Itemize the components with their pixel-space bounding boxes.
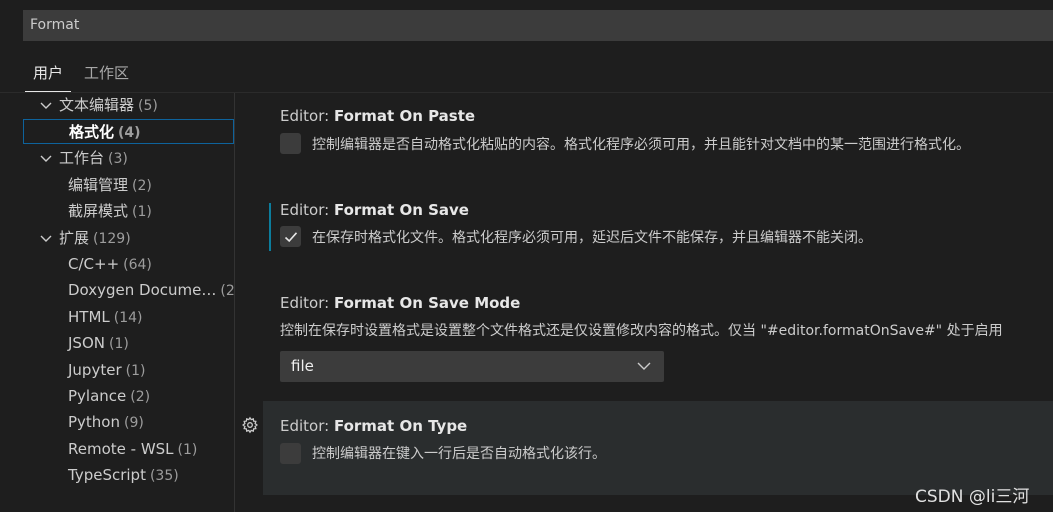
toc-item-jupyter[interactable]: Jupyter (1) (0, 358, 234, 383)
toc-item-json[interactable]: JSON (1) (0, 331, 234, 356)
setting-title: Editor: Format On Type (280, 417, 467, 435)
toc-item-python[interactable]: Python (9) (0, 410, 234, 435)
settings-search-box[interactable] (23, 10, 1053, 41)
setting-description: 控制在保存时设置格式是设置整个文件格式还是仅设置修改内容的格式。仅当 "#edi… (280, 323, 1003, 339)
toc-item-label: HTML (68, 308, 110, 326)
check-icon (284, 232, 298, 243)
format-on-paste-checkbox[interactable] (280, 133, 301, 154)
chevron-down-icon (637, 362, 651, 370)
watermark: CSDN @li三河 (915, 487, 1030, 507)
settings-search-input[interactable] (30, 11, 1030, 40)
chevron-down-icon (40, 155, 52, 162)
setting-format-on-save: Editor: Format On Save 在保存时格式化文件。格式化程序必须… (263, 201, 1053, 261)
chevron-down-icon (40, 102, 52, 109)
toc-item-count: (2) (132, 178, 152, 194)
setting-category: Editor: (280, 294, 334, 312)
toc-item-count: (9) (124, 415, 144, 431)
toc-item-label: 截屏模式 (68, 202, 129, 220)
toc-item-screencast-mode[interactable]: 截屏模式 (1) (0, 199, 234, 224)
setting-name: Format On Type (333, 417, 468, 435)
format-on-save-checkbox[interactable] (280, 226, 301, 247)
toc-item-label: 扩展 (59, 229, 90, 247)
toc-item-label: Python (68, 413, 120, 431)
toc-item-label: 编辑管理 (68, 176, 129, 194)
toc-item-html[interactable]: HTML (14) (0, 305, 234, 330)
toc-item-count: (4) (118, 125, 141, 141)
toc-item-count: (2) (220, 283, 234, 299)
toc-item-editor-management[interactable]: 编辑管理 (2) (0, 173, 234, 198)
toc-item-label: Pylance (68, 387, 127, 405)
toc-item-count: (14) (113, 310, 143, 326)
toc-item-label: Jupyter (68, 361, 122, 379)
setting-description: 控制编辑器是否自动格式化粘贴的内容。格式化程序必须可用，并且能针对文档中的某一范… (312, 137, 970, 153)
toc-item-typescript[interactable]: TypeScript (35) (0, 463, 234, 488)
settings-list: Editor: Format On Paste 控制编辑器是否自动格式化粘贴的内… (235, 93, 1053, 512)
toc-item-count: (1) (125, 363, 146, 379)
toc-item-label: 工作台 (59, 149, 105, 167)
chevron-down-icon (40, 235, 52, 242)
setting-name: Format On Save (333, 201, 469, 219)
setting-category: Editor: (280, 417, 334, 435)
setting-format-on-paste: Editor: Format On Paste 控制编辑器是否自动格式化粘贴的内… (263, 107, 1053, 167)
toc-item-count: (64) (123, 257, 152, 273)
toc-item-count: (129) (93, 231, 131, 247)
toc-item-pylance[interactable]: Pylance (2) (0, 384, 234, 409)
setting-format-on-type: Editor: Format On Type 控制编辑器在键入一行后是否自动格式… (263, 417, 1053, 477)
toc-item-count: (35) (149, 468, 179, 484)
toc-item-label: JSON (68, 334, 105, 352)
settings-scope-tabs: 用户 工作区 (0, 50, 1053, 92)
toc-item-workbench[interactable]: 工作台 (3) (0, 146, 234, 171)
toc-item-count: (1) (132, 204, 152, 220)
setting-category: Editor: (280, 107, 334, 125)
toc-item-label: TypeScript (68, 466, 146, 484)
toc-item-label: 文本编辑器 (59, 96, 135, 114)
toc-item-extensions[interactable]: 扩展 (129) (0, 226, 234, 251)
setting-name: Format On Paste (333, 107, 476, 125)
toc-item-label: Remote - WSL (68, 440, 174, 458)
setting-title: Editor: Format On Save (280, 201, 469, 219)
select-value: file (291, 357, 314, 375)
setting-description: 控制编辑器在键入一行后是否自动格式化该行。 (312, 446, 606, 462)
toc-item-text-editor[interactable]: 文本编辑器 (5) (0, 93, 234, 118)
toc-item-doxygen[interactable]: Doxygen Docume…(2) (0, 278, 234, 303)
toc-item-count: (1) (177, 442, 198, 458)
setting-title: Editor: Format On Paste (280, 107, 475, 125)
toc-item-label: 格式化 (69, 123, 115, 141)
format-on-type-checkbox[interactable] (280, 443, 301, 464)
toc-item-count: (2) (130, 389, 151, 405)
setting-description: 在保存时格式化文件。格式化程序必须可用，延迟后文件不能保存，并且编辑器不能关闭。 (312, 230, 872, 246)
setting-name: Format On Save Mode (333, 294, 521, 312)
format-on-save-mode-select[interactable]: file (280, 351, 664, 382)
toc-item-remote-wsl[interactable]: Remote - WSL (1) (0, 437, 234, 462)
settings-toc: 文本编辑器 (5) 格式化 (4) 工作台 (3) 编辑管理 (2) 截屏模式 (1) 扩… (0, 93, 235, 512)
tab-workspace[interactable]: 工作区 (84, 62, 129, 86)
tab-user[interactable]: 用户 (24, 62, 72, 92)
toc-item-count: (3) (108, 151, 128, 167)
toc-item-cpp[interactable]: C/C++ (64) (0, 252, 234, 277)
toc-item-label: C/C++ (68, 255, 120, 273)
setting-title: Editor: Format On Save Mode (280, 294, 520, 312)
toc-item-count: (1) (108, 336, 129, 352)
toc-item-count: (5) (138, 98, 158, 114)
setting-category: Editor: (280, 201, 334, 219)
toc-item-formatting[interactable]: 格式化 (4) (23, 119, 234, 144)
setting-format-on-save-mode: Editor: Format On Save Mode 控制在保存时设置格式是设… (263, 294, 1053, 384)
toc-item-label: Doxygen Docume… (68, 281, 217, 299)
